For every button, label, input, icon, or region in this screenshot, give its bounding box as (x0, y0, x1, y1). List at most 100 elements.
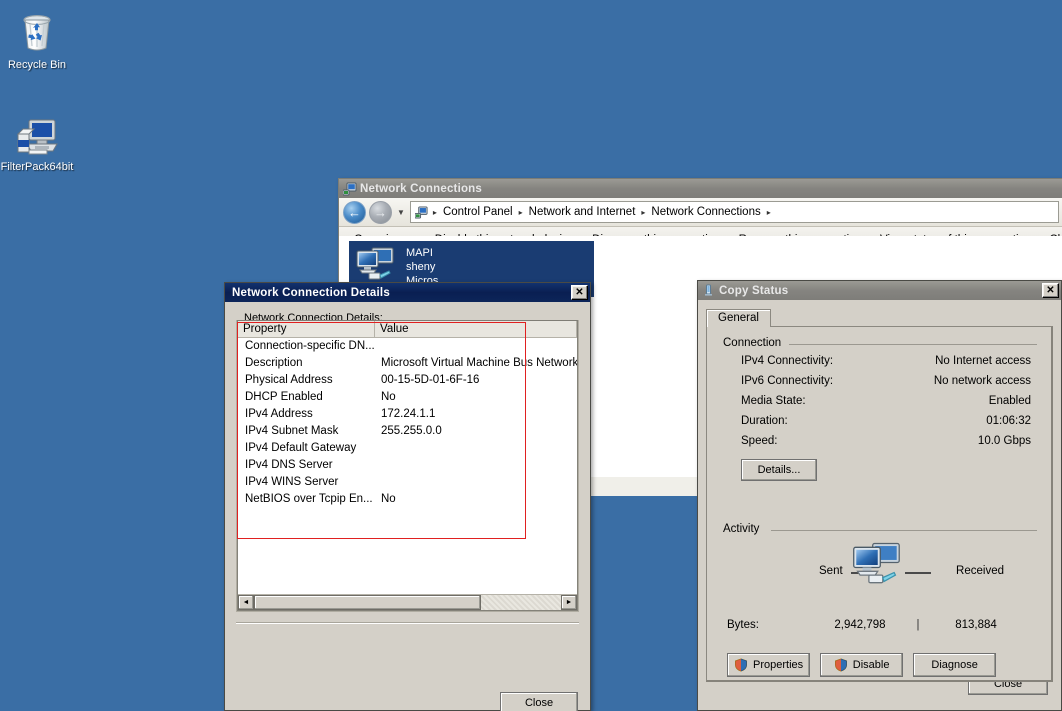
column-header-value[interactable]: Value (375, 321, 577, 337)
connection-group-title: Connection (723, 337, 782, 349)
sent-label: Sent (819, 565, 843, 577)
table-row[interactable]: Physical Address 00-15-5D-01-6F-16 (238, 372, 577, 389)
bytes-row: Bytes: 2,942,798 | 813,884 (723, 619, 1035, 631)
ncd-close-button[interactable]: Close (500, 692, 578, 711)
close-icon[interactable]: ✕ (1042, 283, 1059, 298)
horizontal-scrollbar[interactable]: ◄ ► (238, 594, 577, 610)
window-title: Network Connections (360, 182, 483, 195)
network-adapter-icon (355, 246, 399, 284)
address-bar: ← → ▼ ▸ Control Panel ▸ Network and Inte… (339, 198, 1062, 227)
table-row[interactable]: IPv4 Default Gateway (238, 440, 577, 457)
row-value: Microsoft Virtual Machine Bus Network Ad (381, 357, 577, 369)
desktop-icon-recycle-bin[interactable]: Recycle Bin (0, 8, 74, 72)
row-value: No Internet access (935, 355, 1031, 367)
tabstrip: General (698, 300, 1061, 327)
row-label: Media State: (741, 395, 806, 407)
network-adapter-icon (851, 541, 907, 592)
recent-pages-caret[interactable]: ▼ (395, 208, 407, 217)
row-property: DHCP Enabled (245, 391, 323, 403)
activity-group-title: Activity (723, 523, 760, 535)
activity-group-rule (771, 530, 1037, 531)
table-row[interactable]: IPv4 Address 172.24.1.1 (238, 406, 577, 423)
row-value: 255.255.0.0 (381, 425, 442, 437)
scrollbar-track[interactable] (254, 595, 561, 610)
diagnose-button[interactable]: Diagnose (913, 653, 997, 677)
breadcrumb-separator: ▸ (432, 207, 437, 217)
scroll-left-icon[interactable]: ◄ (238, 595, 254, 610)
recycle-bin-icon (13, 8, 61, 56)
table-row[interactable]: IPv4 Subnet Mask 255.255.0.0 (238, 423, 577, 440)
row-value: No (381, 493, 396, 505)
row-value (375, 474, 577, 491)
row-label: IPv6 Connectivity: (741, 375, 834, 387)
status-row-duration: Duration: 01:06:32 (723, 411, 1035, 431)
row-value: No network access (933, 375, 1031, 387)
action-button-row: Properties Disable Diagnose (723, 653, 1035, 677)
row-property: Connection-specific DN... (245, 340, 375, 352)
ncd-titlebar[interactable]: Network Connection Details ✕ (225, 283, 590, 302)
network-folder-icon (414, 205, 428, 219)
connection-fieldset: Connection IPv4 Connectivity: No Interne… (717, 337, 1041, 489)
breadcrumb-network-connections[interactable]: Network Connections (650, 206, 761, 218)
row-value: No (381, 391, 396, 403)
uac-shield-icon (734, 658, 748, 672)
connection-group-rule (789, 344, 1037, 345)
close-icon[interactable]: ✕ (571, 285, 588, 300)
disable-button[interactable]: Disable (820, 653, 904, 677)
network-connections-titlebar[interactable]: Network Connections (339, 179, 1062, 198)
copy-status-dialog[interactable]: Copy Status ✕ General Connection IPv4 Co… (697, 280, 1062, 711)
row-property: IPv4 Subnet Mask (245, 425, 339, 437)
column-header-property[interactable]: Property (238, 321, 375, 337)
row-value: Enabled (988, 395, 1031, 407)
breadcrumb-network-and-internet[interactable]: Network and Internet (528, 206, 637, 218)
row-property: IPv4 Address (245, 408, 313, 420)
received-label: Received (956, 565, 1004, 577)
bytes-separator: | (916, 619, 920, 631)
address-field[interactable]: ▸ Control Panel ▸ Network and Internet ▸… (409, 201, 1059, 223)
row-value: 172.24.1.1 (381, 408, 436, 420)
table-row[interactable]: IPv4 DNS Server (238, 457, 577, 474)
forward-button[interactable]: → (369, 200, 392, 224)
row-property: IPv4 WINS Server (245, 476, 339, 488)
row-value: 01:06:32 (986, 415, 1031, 427)
bytes-label: Bytes: (727, 619, 759, 631)
scroll-right-icon[interactable]: ► (561, 595, 577, 610)
desktop-icon-filterpack[interactable]: FilterPack64bit (0, 110, 74, 174)
table-row[interactable]: Connection-specific DN... (238, 338, 577, 355)
row-label: Duration: (741, 415, 788, 427)
bytes-sent-value: 2,942,798 (834, 619, 886, 631)
connection-name: MAPI (406, 247, 433, 259)
desktop-icon-label: FilterPack64bit (0, 161, 74, 173)
status-row-ipv4: IPv4 Connectivity: No Internet access (723, 351, 1035, 371)
tab-general[interactable]: General (706, 309, 771, 327)
row-label: IPv4 Connectivity: (741, 355, 834, 367)
activity-fieldset: Activity Sent Received Bytes: 2,942,798 … (717, 523, 1041, 685)
back-button[interactable]: ← (343, 200, 366, 224)
row-property: IPv4 DNS Server (245, 459, 333, 471)
row-property: Physical Address (245, 374, 333, 386)
row-value (375, 457, 577, 474)
table-row[interactable]: DHCP Enabled No (238, 389, 577, 406)
details-button[interactable]: Details... (741, 459, 817, 481)
ncd-separator (236, 622, 579, 624)
connection-network: sheny (406, 261, 436, 273)
table-row[interactable]: IPv4 WINS Server (238, 474, 577, 491)
general-tab-panel: Connection IPv4 Connectivity: No Interne… (706, 326, 1053, 682)
status-row-speed: Speed: 10.0 Gbps (723, 431, 1035, 451)
copy-status-titlebar[interactable]: Copy Status ✕ (698, 281, 1061, 300)
scrollbar-thumb[interactable] (254, 595, 482, 610)
uac-shield-icon (834, 658, 848, 672)
table-row[interactable]: Description Microsoft Virtual Machine Bu… (238, 355, 577, 372)
row-value (375, 338, 577, 355)
ncd-groupbox: Network Connection Details: Property Val… (236, 312, 579, 612)
property-value-list[interactable]: Property Value Connection-specific DN...… (237, 320, 578, 611)
bytes-received-value: 813,884 (955, 619, 997, 631)
disable-label: Disable (852, 659, 890, 671)
breadcrumb-trailing-caret[interactable]: ▸ (765, 208, 773, 217)
row-property: Description (245, 357, 303, 369)
breadcrumb-control-panel[interactable]: Control Panel (442, 206, 514, 218)
table-row[interactable]: NetBIOS over Tcpip En... No (238, 491, 577, 508)
properties-button[interactable]: Properties (727, 653, 811, 677)
row-value: 10.0 Gbps (977, 435, 1031, 447)
network-connection-details-dialog[interactable]: Network Connection Details ✕ Network Con… (224, 282, 591, 711)
